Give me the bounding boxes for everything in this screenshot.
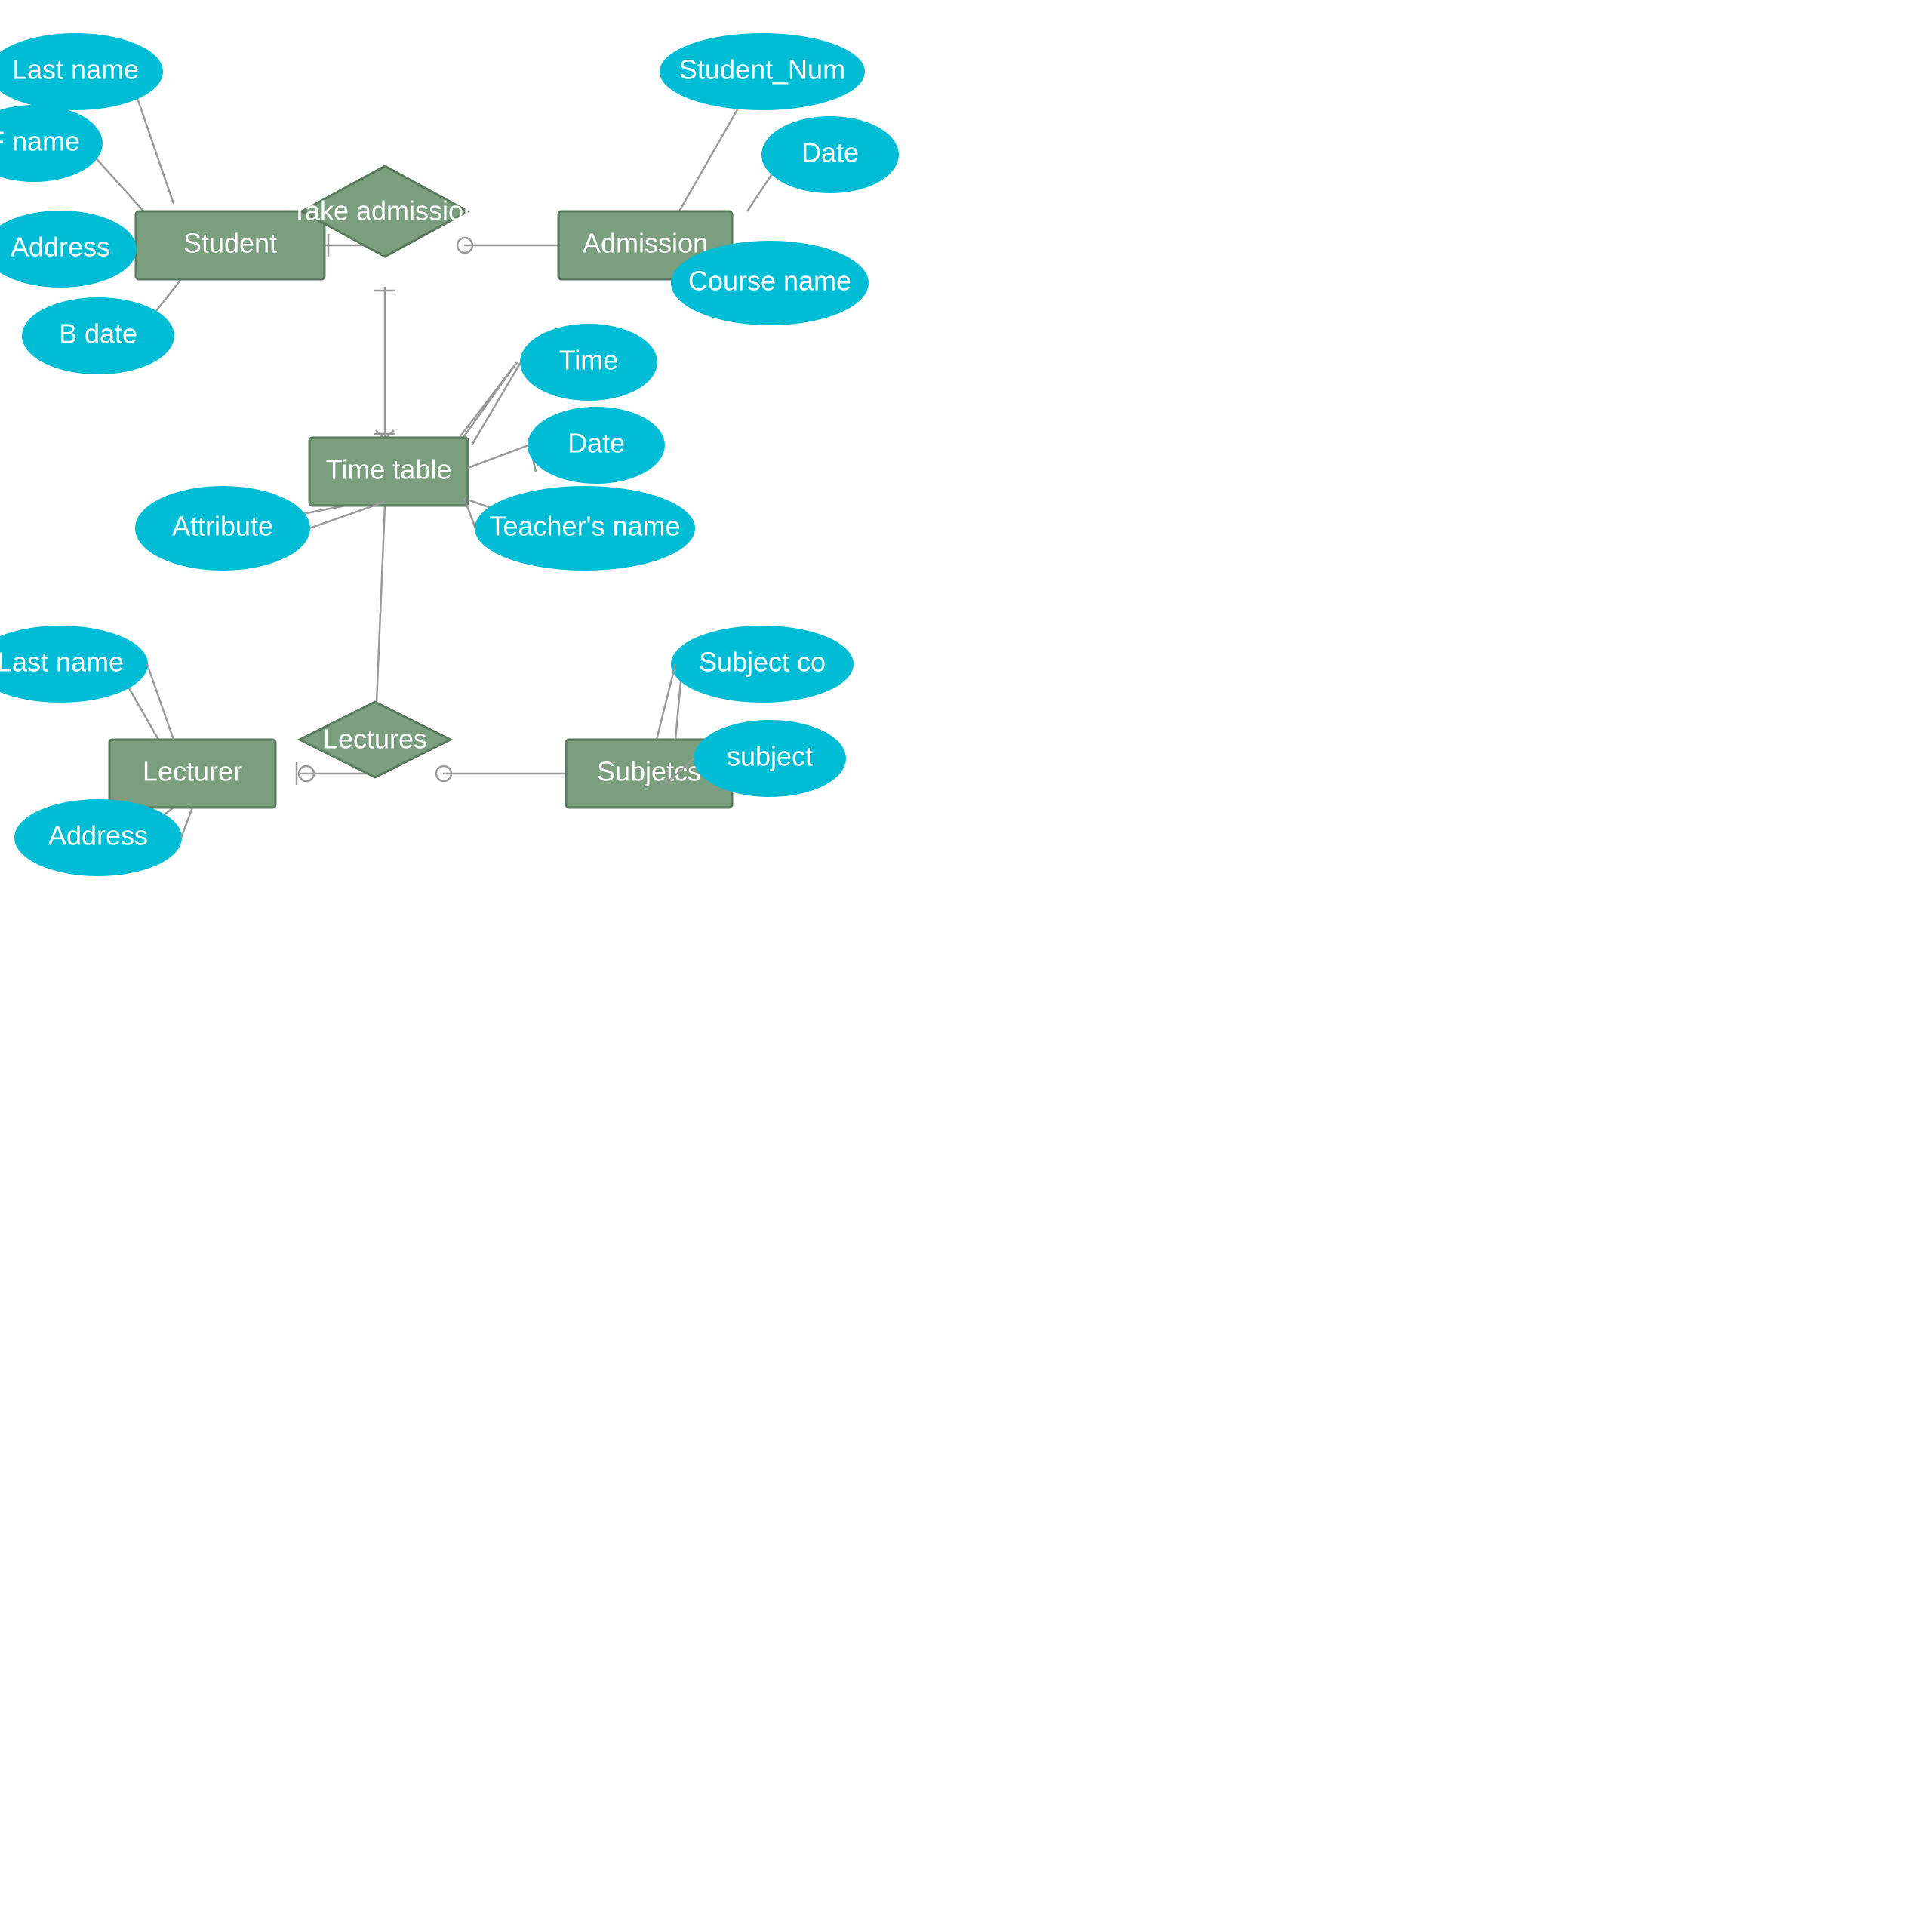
attr-f-name-label: F name [0,126,80,157]
attr-address-top-label: Address [11,232,110,263]
entity-timetable-label: Time table [326,454,452,485]
er-diagram: Student Admission Time table Lecturer Su… [0,0,1932,1932]
attr-student-num-label: Student_Num [679,54,845,85]
line-addr-lect [181,808,192,838]
attr-subject-co-label: Subject co [699,647,826,678]
line-time-tt2 [458,362,517,439]
attr-last-name-top-label: Last name [12,54,139,85]
attr-date-mid-label: Date [568,428,625,459]
attr-last-name-bot-label: Last name [0,647,124,678]
line-date-timetable [468,445,528,468]
attr-b-date-label: B date [59,318,137,349]
attr-time-label: Time [559,345,619,376]
attr-course-name-label: Course name [688,266,851,297]
attr-address-bot-label: Address [48,820,148,851]
entity-student-label: Student [183,228,277,259]
rel-lectures-label: Lectures [323,724,427,755]
attr-teachers-name-label: Teacher's name [489,511,680,542]
line-studnum-adm [679,106,740,211]
line-time-timetable [472,362,521,445]
entity-subjetcs-label: Subjetcs [597,756,701,787]
entity-admission-label: Admission [583,228,708,259]
entity-lecturer-label: Lecturer [143,756,242,787]
attr-date-top-label: Date [801,137,859,168]
rel-take-admission-label: Take admission [291,195,478,226]
line-subco-subj [657,664,675,740]
attr-subject-label: subject [727,741,813,772]
attr-attribute-label: Attribute [172,511,273,542]
